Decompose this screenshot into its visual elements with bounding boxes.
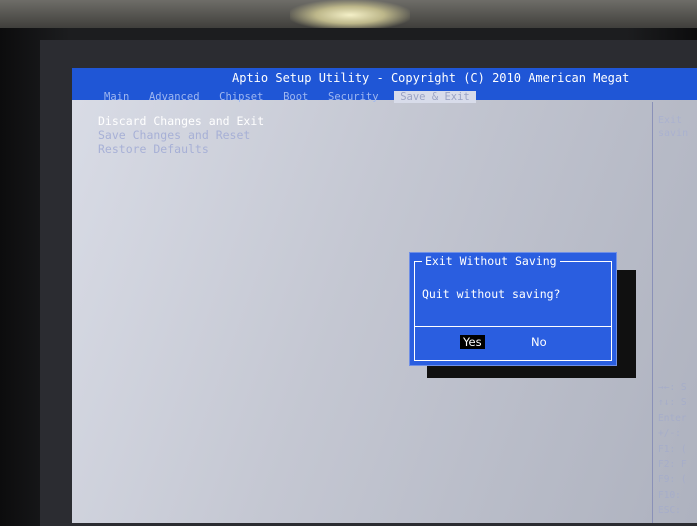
key-legend-item: F9: ( [658, 474, 687, 486]
menu-item-restore-defaults[interactable]: Restore Defaults [98, 142, 209, 156]
key-legend-item: ESC: [658, 505, 681, 517]
menu-item-discard-changes-exit[interactable]: Discard Changes and Exit [98, 114, 264, 128]
tab-bar: Main Advanced Chipset Boot Security Save… [100, 85, 478, 103]
tab-save-exit[interactable]: Save & Exit [394, 91, 476, 103]
help-line: savin [658, 128, 689, 139]
key-legend-item: Enter [658, 412, 687, 424]
tab-boot[interactable]: Boot [279, 91, 312, 103]
tab-security[interactable]: Security [324, 91, 383, 103]
menu-item-save-changes-reset[interactable]: Save Changes and Reset [98, 128, 250, 142]
help-line: Exit [658, 115, 683, 126]
tab-advanced[interactable]: Advanced [145, 91, 204, 103]
key-legend-item: →←: S [658, 382, 687, 393]
key-legend-item: F10: [658, 489, 681, 501]
pane-divider [652, 102, 653, 523]
key-legend-item: +/-: [658, 428, 681, 440]
key-legend-item: F2: F [658, 459, 687, 471]
dialog-title: Exit Without Saving [422, 254, 560, 268]
key-legend: →←: S ↑↓: S Enter +/-: F1: ( F2: F F9: (… [658, 380, 687, 519]
dialog-separator [414, 326, 612, 327]
bios-screen: Aptio Setup Utility - Copyright (C) 2010… [72, 68, 697, 523]
bios-title: Aptio Setup Utility - Copyright (C) 2010… [232, 71, 630, 85]
tab-chipset[interactable]: Chipset [215, 91, 267, 103]
ceiling-light [290, 0, 410, 30]
bios-header: Aptio Setup Utility - Copyright (C) 2010… [72, 68, 697, 103]
tab-main[interactable]: Main [100, 91, 133, 103]
key-legend-item: ↑↓: S [658, 397, 687, 409]
dialog-border [414, 261, 612, 361]
no-button[interactable]: No [528, 335, 550, 349]
yes-button[interactable]: Yes [460, 335, 485, 349]
key-legend-item: F1: ( [658, 443, 687, 455]
help-panel: Exit savin [658, 114, 688, 140]
dialog-message: Quit without saving? [422, 287, 561, 301]
exit-without-saving-dialog: Exit Without Saving Quit without saving?… [409, 252, 617, 366]
